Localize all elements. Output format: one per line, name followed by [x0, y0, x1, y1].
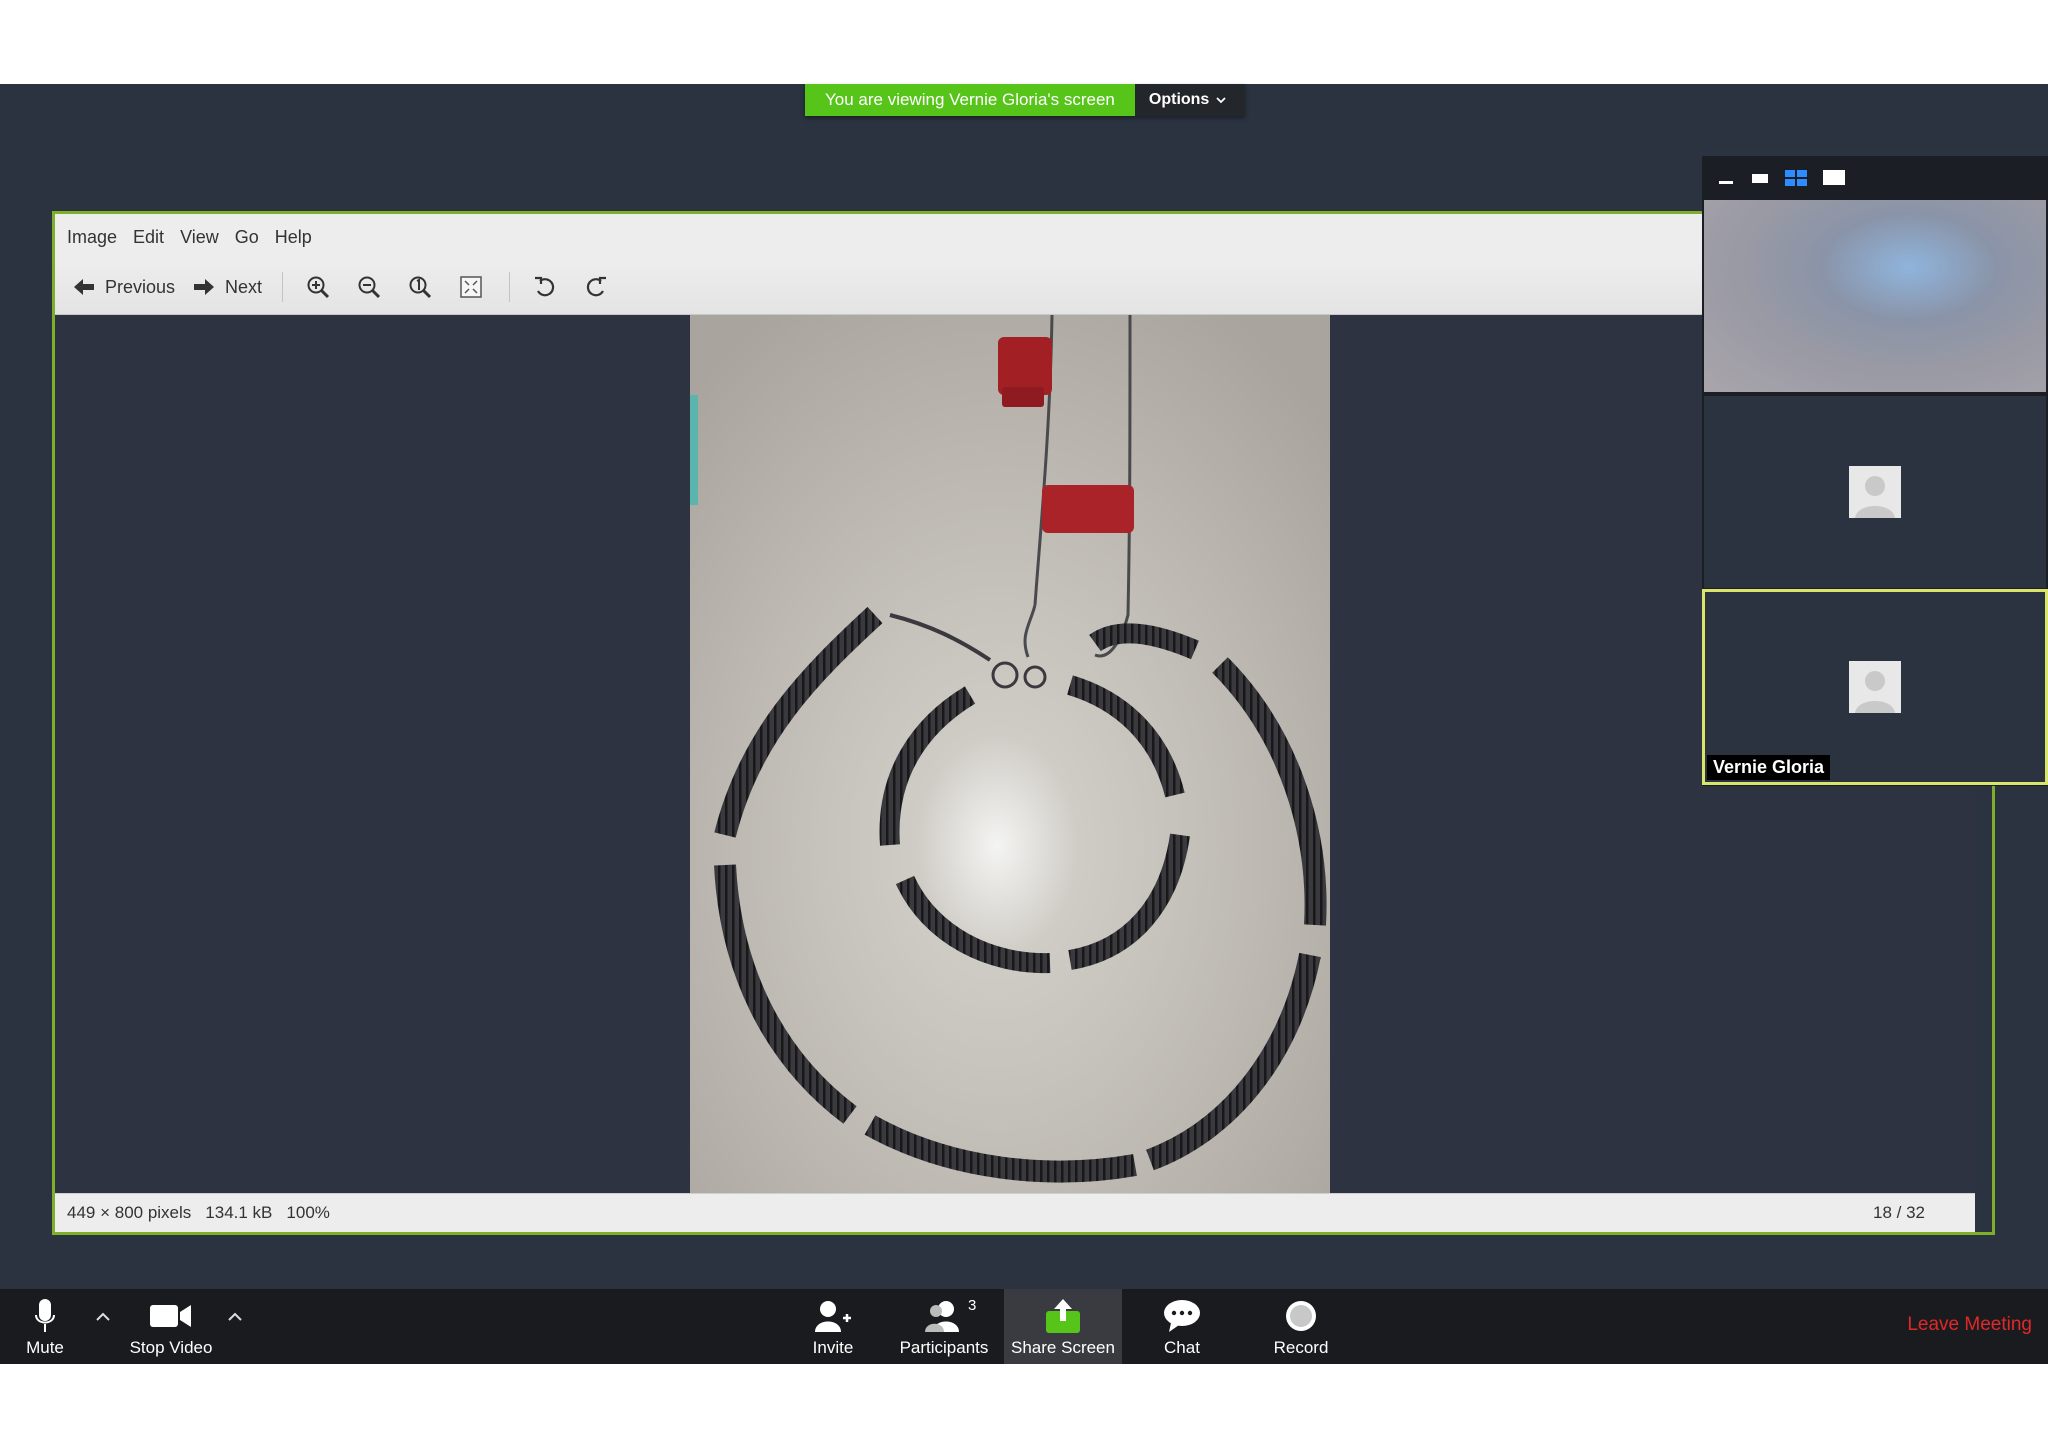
- rotate-left-icon[interactable]: [530, 272, 560, 302]
- chat-label: Chat: [1164, 1338, 1200, 1357]
- stop-video-label: Stop Video: [129, 1338, 213, 1357]
- record-button[interactable]: Record: [1268, 1289, 1334, 1364]
- participants-icon: [925, 1301, 959, 1332]
- share-screen-icon: [1046, 1299, 1080, 1333]
- share-screen-label: Share Screen: [1011, 1338, 1115, 1357]
- previous-label: Previous: [105, 276, 176, 297]
- video-tile-active-speaker[interactable]: Vernie Gloria: [1702, 589, 2048, 785]
- menu-help[interactable]: Help: [267, 224, 320, 250]
- record-icon: [1286, 1301, 1316, 1331]
- arrow-right-icon: [194, 279, 215, 295]
- zoom-out-icon[interactable]: [354, 272, 384, 302]
- next-label: Next: [225, 276, 263, 297]
- menu-go[interactable]: Go: [227, 224, 267, 250]
- participant-name-tag: Vernie Gloria: [1707, 755, 1831, 780]
- video-gallery-panel: Vernie Gloria: [1702, 156, 2048, 786]
- microphone-icon: [35, 1299, 55, 1332]
- video-tile-camera[interactable]: [1704, 200, 2046, 392]
- add-user-icon: [815, 1301, 851, 1332]
- menu-image[interactable]: Image: [59, 224, 125, 250]
- zoom-in-icon[interactable]: [303, 272, 333, 302]
- options-label: Options: [1148, 91, 1210, 108]
- menu-view[interactable]: View: [172, 224, 227, 250]
- share-screen-button[interactable]: Share Screen: [1004, 1289, 1122, 1364]
- toolbar-divider: [282, 272, 284, 302]
- gallery-view-controls: [1702, 156, 2048, 200]
- video-options-chevron[interactable]: [227, 1307, 243, 1328]
- participants-count: 3: [968, 1297, 977, 1314]
- minimize-icon[interactable]: [1716, 168, 1736, 188]
- file-size: 134.1 kB: [205, 1203, 273, 1222]
- image-dimensions: 449 × 800 pixels: [67, 1203, 192, 1222]
- rotate-right-icon[interactable]: [581, 272, 611, 302]
- previous-button[interactable]: Previous: [73, 277, 175, 298]
- participants-button[interactable]: Participants: [896, 1289, 992, 1364]
- next-button[interactable]: Next: [193, 277, 262, 298]
- options-button[interactable]: Options: [1134, 84, 1246, 116]
- image-position: 18 / 32: [1873, 1203, 1925, 1222]
- menu-edit[interactable]: Edit: [125, 224, 172, 250]
- record-label: Record: [1273, 1338, 1329, 1357]
- avatar: [1849, 661, 1901, 713]
- participants-label: Participants: [899, 1338, 989, 1357]
- share-banner-message: You are viewing Vernie Gloria's screen: [805, 84, 1135, 116]
- mute-button[interactable]: Mute: [14, 1289, 76, 1364]
- single-view-icon[interactable]: [1750, 168, 1770, 188]
- invite-label: Invite: [812, 1338, 854, 1357]
- menu-bar: Image Edit View Go Help: [55, 214, 1705, 264]
- share-banner: You are viewing Vernie Gloria's screen O…: [805, 84, 1246, 116]
- chevron-down-icon: [1216, 97, 1226, 104]
- arrow-left-icon: [74, 279, 94, 295]
- chat-button[interactable]: Chat: [1150, 1289, 1214, 1364]
- video-camera-icon: [150, 1305, 191, 1327]
- invite-button[interactable]: Invite: [800, 1289, 866, 1364]
- audio-options-chevron[interactable]: [95, 1307, 111, 1328]
- viewer-toolbar: Previous Next: [55, 260, 1705, 315]
- zoom-normal-icon[interactable]: [405, 272, 435, 302]
- avatar: [1849, 466, 1901, 518]
- status-bar: 449 × 800 pixels 134.1 kB 100% 18 / 32: [55, 1193, 1975, 1232]
- chat-icon: [1164, 1300, 1200, 1332]
- toolbar-divider: [509, 272, 511, 302]
- meeting-window: You are viewing Vernie Gloria's screen O…: [0, 84, 2048, 1364]
- meeting-controls-bar: Mute Stop Video Invite Participants 3 Sh…: [0, 1289, 2048, 1364]
- zoom-level: 100%: [286, 1203, 330, 1222]
- video-tile-participant[interactable]: [1704, 396, 2046, 588]
- image-canvas: [55, 315, 1975, 1200]
- gallery-view-icon[interactable]: [1784, 168, 1808, 188]
- full-view-icon[interactable]: [1822, 168, 1846, 188]
- best-fit-icon[interactable]: [456, 272, 486, 302]
- mute-label: Mute: [26, 1338, 64, 1357]
- displayed-photo: [690, 315, 1330, 1200]
- stop-video-button[interactable]: Stop Video: [122, 1289, 220, 1364]
- leave-meeting-button[interactable]: Leave Meeting: [1907, 1314, 2032, 1336]
